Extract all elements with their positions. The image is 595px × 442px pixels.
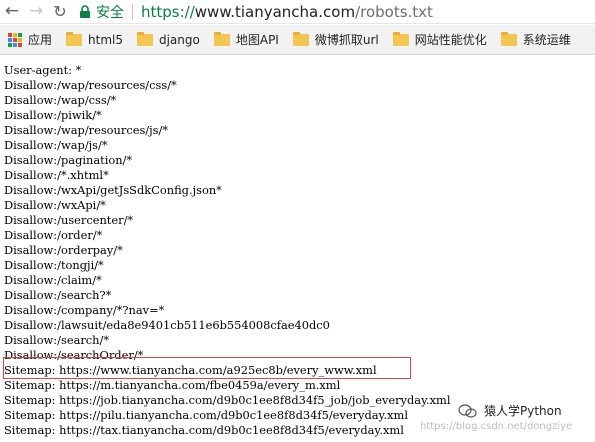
folder-icon — [213, 31, 230, 46]
robots-line: Disallow:/wap/js/* — [4, 138, 108, 152]
browser-toolbar: ← → ↻ 安全 https://www.tianyancha.com/robo… — [0, 0, 595, 24]
robots-line: Disallow:/lawsuit/eda8e9401cb511e6b55400… — [4, 318, 330, 332]
robots-line: Disallow:/orderpay/* — [4, 243, 123, 257]
robots-line-sitemap[interactable]: Sitemap: https://pilu.tianyancha.com/d9b… — [4, 408, 408, 423]
lock-icon — [80, 4, 90, 18]
bookmark-label: 应用 — [28, 33, 53, 47]
address-divider — [132, 3, 133, 20]
robots-line: Disallow:/piwik/* — [4, 108, 102, 122]
arrow-left-icon: ← — [4, 1, 20, 21]
robots-line: User-agent: * — [4, 63, 82, 77]
robots-line-sitemap[interactable]: Sitemap: https://job.tianyancha.com/d9b0… — [4, 393, 451, 408]
bookmark-map-api[interactable]: 地图API — [213, 31, 279, 48]
robots-line-sitemap[interactable]: Sitemap: https://tax.tianyancha.com/d9b0… — [4, 423, 404, 438]
watermark-label: 猿人学Python — [484, 404, 562, 418]
url-host: www.tianyancha.com — [194, 2, 356, 21]
wechat-icon — [458, 403, 477, 418]
robots-line: Disallow:/usercenter/* — [4, 213, 134, 227]
robots-line: Disallow:/wxApi/* — [4, 198, 106, 212]
secure-label: 安全 — [96, 4, 124, 21]
robots-line: Disallow:/pagination/* — [4, 153, 133, 167]
apps-grid-icon — [8, 32, 22, 47]
robots-line: Disallow:/company/*?nav=* — [4, 303, 165, 317]
robots-line: Disallow:/*.xhtml* — [4, 168, 109, 182]
address-bar[interactable]: 安全 https://www.tianyancha.com/robots.txt — [78, 1, 433, 23]
folder-icon — [392, 31, 409, 46]
bookmarks-bar: 应用 html5 django 地图API 微博抓取url 网站性能优化 系统运… — [0, 25, 595, 55]
bookmark-ops[interactable]: 系统运维 — [500, 31, 571, 48]
robots-line: Disallow:/search?* — [4, 288, 112, 302]
robots-line: Disallow:/tongji/* — [4, 258, 104, 272]
bookmark-label: django — [158, 32, 200, 47]
robots-line: Disallow:/search/* — [4, 333, 110, 347]
bookmark-label: 地图API — [235, 33, 279, 47]
bookmark-label: html5 — [88, 32, 123, 47]
back-button[interactable]: ← — [0, 0, 24, 24]
folder-icon — [292, 31, 309, 46]
folder-icon — [500, 31, 517, 46]
robots-txt-content: User-agent: * Disallow:/wap/resources/cs… — [0, 59, 595, 442]
bookmark-label: 微博抓取url — [314, 33, 379, 47]
robots-line: Disallow:/wap/resources/css/* — [4, 78, 177, 92]
bookmark-label: 系统运维 — [522, 33, 571, 47]
reload-icon: ↻ — [53, 1, 67, 21]
robots-line-sitemap[interactable]: Sitemap: https://m.tianyancha.com/fbe045… — [4, 378, 340, 393]
robots-line: Disallow:/wap/resources/js/* — [4, 123, 169, 137]
robots-line: Disallow:/wxApi/getJsSdkConfig.json* — [4, 183, 222, 197]
url-scheme: https:// — [141, 2, 195, 21]
reload-button[interactable]: ↻ — [48, 0, 72, 24]
bookmark-perf[interactable]: 网站性能优化 — [392, 31, 487, 48]
bookmark-apps[interactable]: 应用 — [8, 31, 52, 48]
robots-line: Disallow:/order/* — [4, 228, 103, 242]
bookmark-weibo-url[interactable]: 微博抓取url — [292, 31, 379, 48]
arrow-right-icon: → — [28, 1, 44, 21]
folder-icon — [136, 31, 153, 46]
robots-line: Disallow:/claim/* — [4, 273, 102, 287]
watermark-subtext: https://blog.csdn.net/dongziye — [420, 421, 573, 432]
url-path: /robots.txt — [355, 2, 433, 21]
bookmark-label: 网站性能优化 — [414, 33, 487, 47]
highlight-box — [3, 357, 411, 379]
bookmark-django[interactable]: django — [136, 31, 200, 47]
watermark: 猿人学Python — [458, 402, 562, 419]
robots-line: Disallow:/wap/css/* — [4, 93, 117, 107]
bookmark-html5[interactable]: html5 — [66, 31, 123, 47]
forward-button[interactable]: → — [24, 0, 48, 24]
folder-icon — [66, 31, 83, 46]
